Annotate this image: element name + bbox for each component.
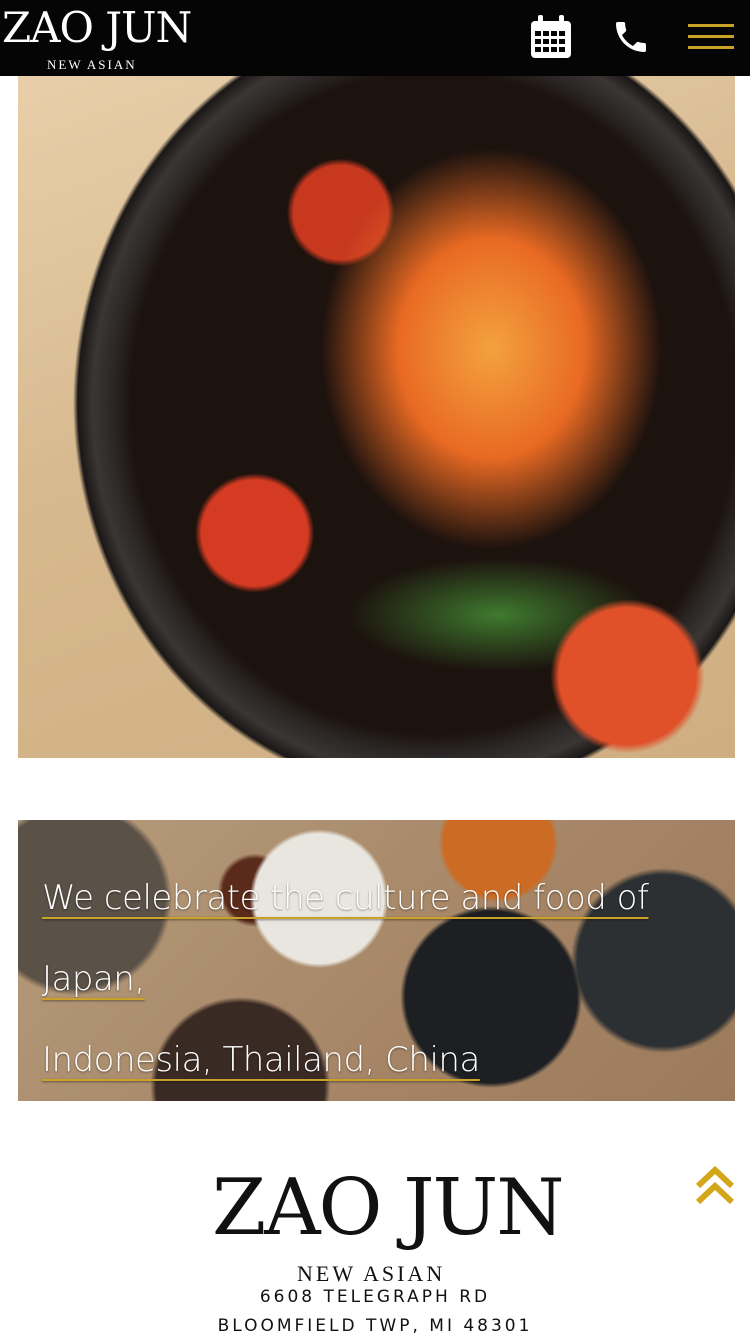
address-street: 6608 TELEGRAPH RD [259, 1287, 491, 1307]
reservation-button[interactable] [526, 12, 576, 62]
back-to-top-button[interactable] [694, 1164, 736, 1208]
top-nav-bar: ZAO JUN NEW ASIAN [0, 0, 750, 76]
call-button[interactable] [606, 12, 656, 62]
header-logo-name: ZAO JUN [2, 3, 192, 52]
tagline-line-2: Japan, [42, 959, 145, 999]
footer-logo-subtitle: NEW ASIAN [297, 1261, 446, 1286]
hero-food-image [18, 76, 735, 758]
tagline-line-1: We celebrate the culture and food of [42, 878, 649, 918]
footer-logo: ZAO JUN NEW ASIAN [212, 1160, 565, 1286]
header-logo[interactable]: ZAO JUN NEW ASIAN [2, 2, 192, 74]
calendar-icon [531, 15, 571, 58]
header-logo-subtitle: NEW ASIAN [47, 57, 137, 72]
banner-tagline: We celebrate the culture and food of Jap… [42, 858, 682, 1101]
address-city: BLOOMFIELD TWP, MI 48301 [217, 1316, 533, 1336]
menu-button[interactable] [686, 12, 736, 62]
phone-icon [616, 22, 646, 52]
double-chevron-up-icon [695, 1165, 735, 1205]
culture-banner: We celebrate the culture and food of Jap… [18, 820, 735, 1101]
footer-logo-name: ZAO JUN [212, 1163, 565, 1253]
hamburger-menu-icon [688, 24, 734, 49]
tagline-line-3: Indonesia, Thailand, China [42, 1040, 480, 1080]
